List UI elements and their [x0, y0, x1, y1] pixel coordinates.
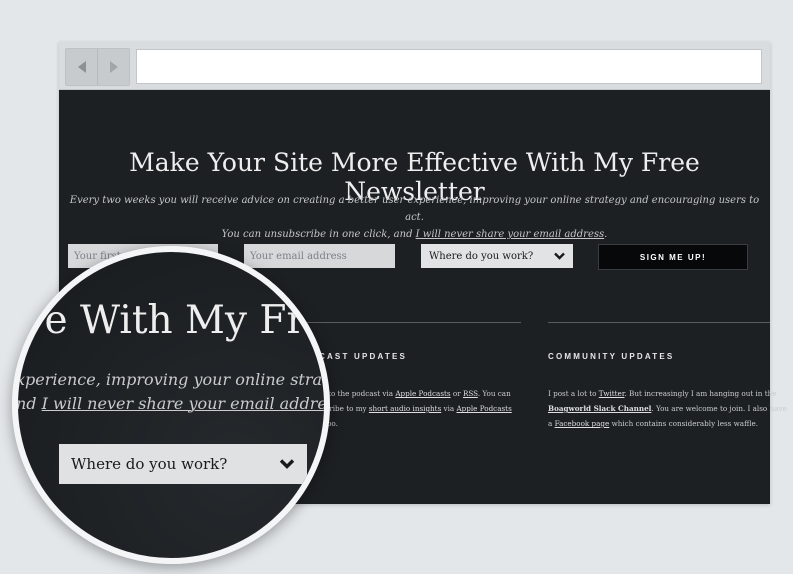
magnified-intro-line-1: xperience, improving your online strateg… — [16, 370, 329, 389]
slack-channel-link[interactable]: Boagworld Slack Channel — [548, 404, 651, 413]
podcast-text: be to the podcast via Apple Podcasts or … — [317, 386, 512, 431]
forward-button[interactable] — [97, 49, 129, 85]
chevron-down-icon — [279, 458, 295, 470]
community-text-3a: a — [548, 419, 555, 428]
community-text-2b: . You are welcome to join. I also have — [651, 404, 787, 413]
magnified-privacy-link[interactable]: I will never share your email address — [42, 394, 324, 413]
magnifier-callout: ive With My Fr xperience, improving your… — [12, 246, 330, 564]
newsletter-intro: Every two weeks you will receive advice … — [59, 192, 770, 243]
browser-toolbar — [59, 42, 770, 90]
privacy-link[interactable]: I will never share your email address — [416, 229, 605, 240]
community-text-3b: which contains considerably less waffle. — [609, 419, 759, 428]
community-text-1a: I post a lot to — [548, 389, 599, 398]
podcast-text-2b: via — [441, 404, 457, 413]
facebook-link[interactable]: Facebook page — [555, 419, 610, 428]
workplace-select[interactable]: Where do you work? — [421, 244, 573, 268]
arrow-left-icon — [77, 61, 86, 73]
intro-line-2-suffix: . — [604, 229, 608, 240]
arrow-right-icon — [109, 61, 118, 73]
podcast-text-1b: or — [450, 389, 463, 398]
magnified-intro-line-2: nd I will never share your email address… — [16, 394, 324, 413]
back-button[interactable] — [66, 49, 97, 85]
community-text-1b: . But increasingly I am hanging out in t… — [624, 389, 777, 398]
magnified-line-2-prefix: nd — [16, 394, 42, 413]
twitter-link[interactable]: Twitter — [599, 389, 625, 398]
intro-line-1: Every two weeks you will receive advice … — [69, 195, 760, 223]
community-text: I post a lot to Twitter. But increasingl… — [548, 386, 787, 431]
magnified-select-value: Where do you work? — [71, 455, 228, 473]
workplace-select-value: Where do you work? — [429, 250, 534, 262]
sign-up-button[interactable]: SIGN ME UP! — [598, 244, 748, 270]
community-heading: COMMUNITY UPDATES — [548, 352, 675, 361]
chevron-down-icon — [554, 252, 565, 260]
address-bar[interactable] — [136, 49, 762, 84]
apple-podcasts-link[interactable]: Apple Podcasts — [395, 389, 450, 398]
email-input[interactable] — [244, 244, 395, 268]
divider-community — [548, 322, 770, 323]
magnified-workplace-select[interactable]: Where do you work? — [59, 444, 307, 484]
divider-podcast — [299, 322, 521, 323]
podcast-text-1c: . You can — [477, 389, 511, 398]
intro-line-2-prefix: You can unsubscribe in one click, and — [221, 229, 416, 240]
nav-buttons — [65, 48, 130, 86]
rss-link[interactable]: RSS — [463, 389, 478, 398]
audio-insights-link[interactable]: short audio insights — [369, 404, 441, 413]
apple-podcasts-link-2[interactable]: Apple Podcasts — [456, 404, 511, 413]
podcast-heading: DCAST UPDATES — [311, 352, 408, 361]
magnified-headline: ive With My Fr — [12, 298, 306, 343]
